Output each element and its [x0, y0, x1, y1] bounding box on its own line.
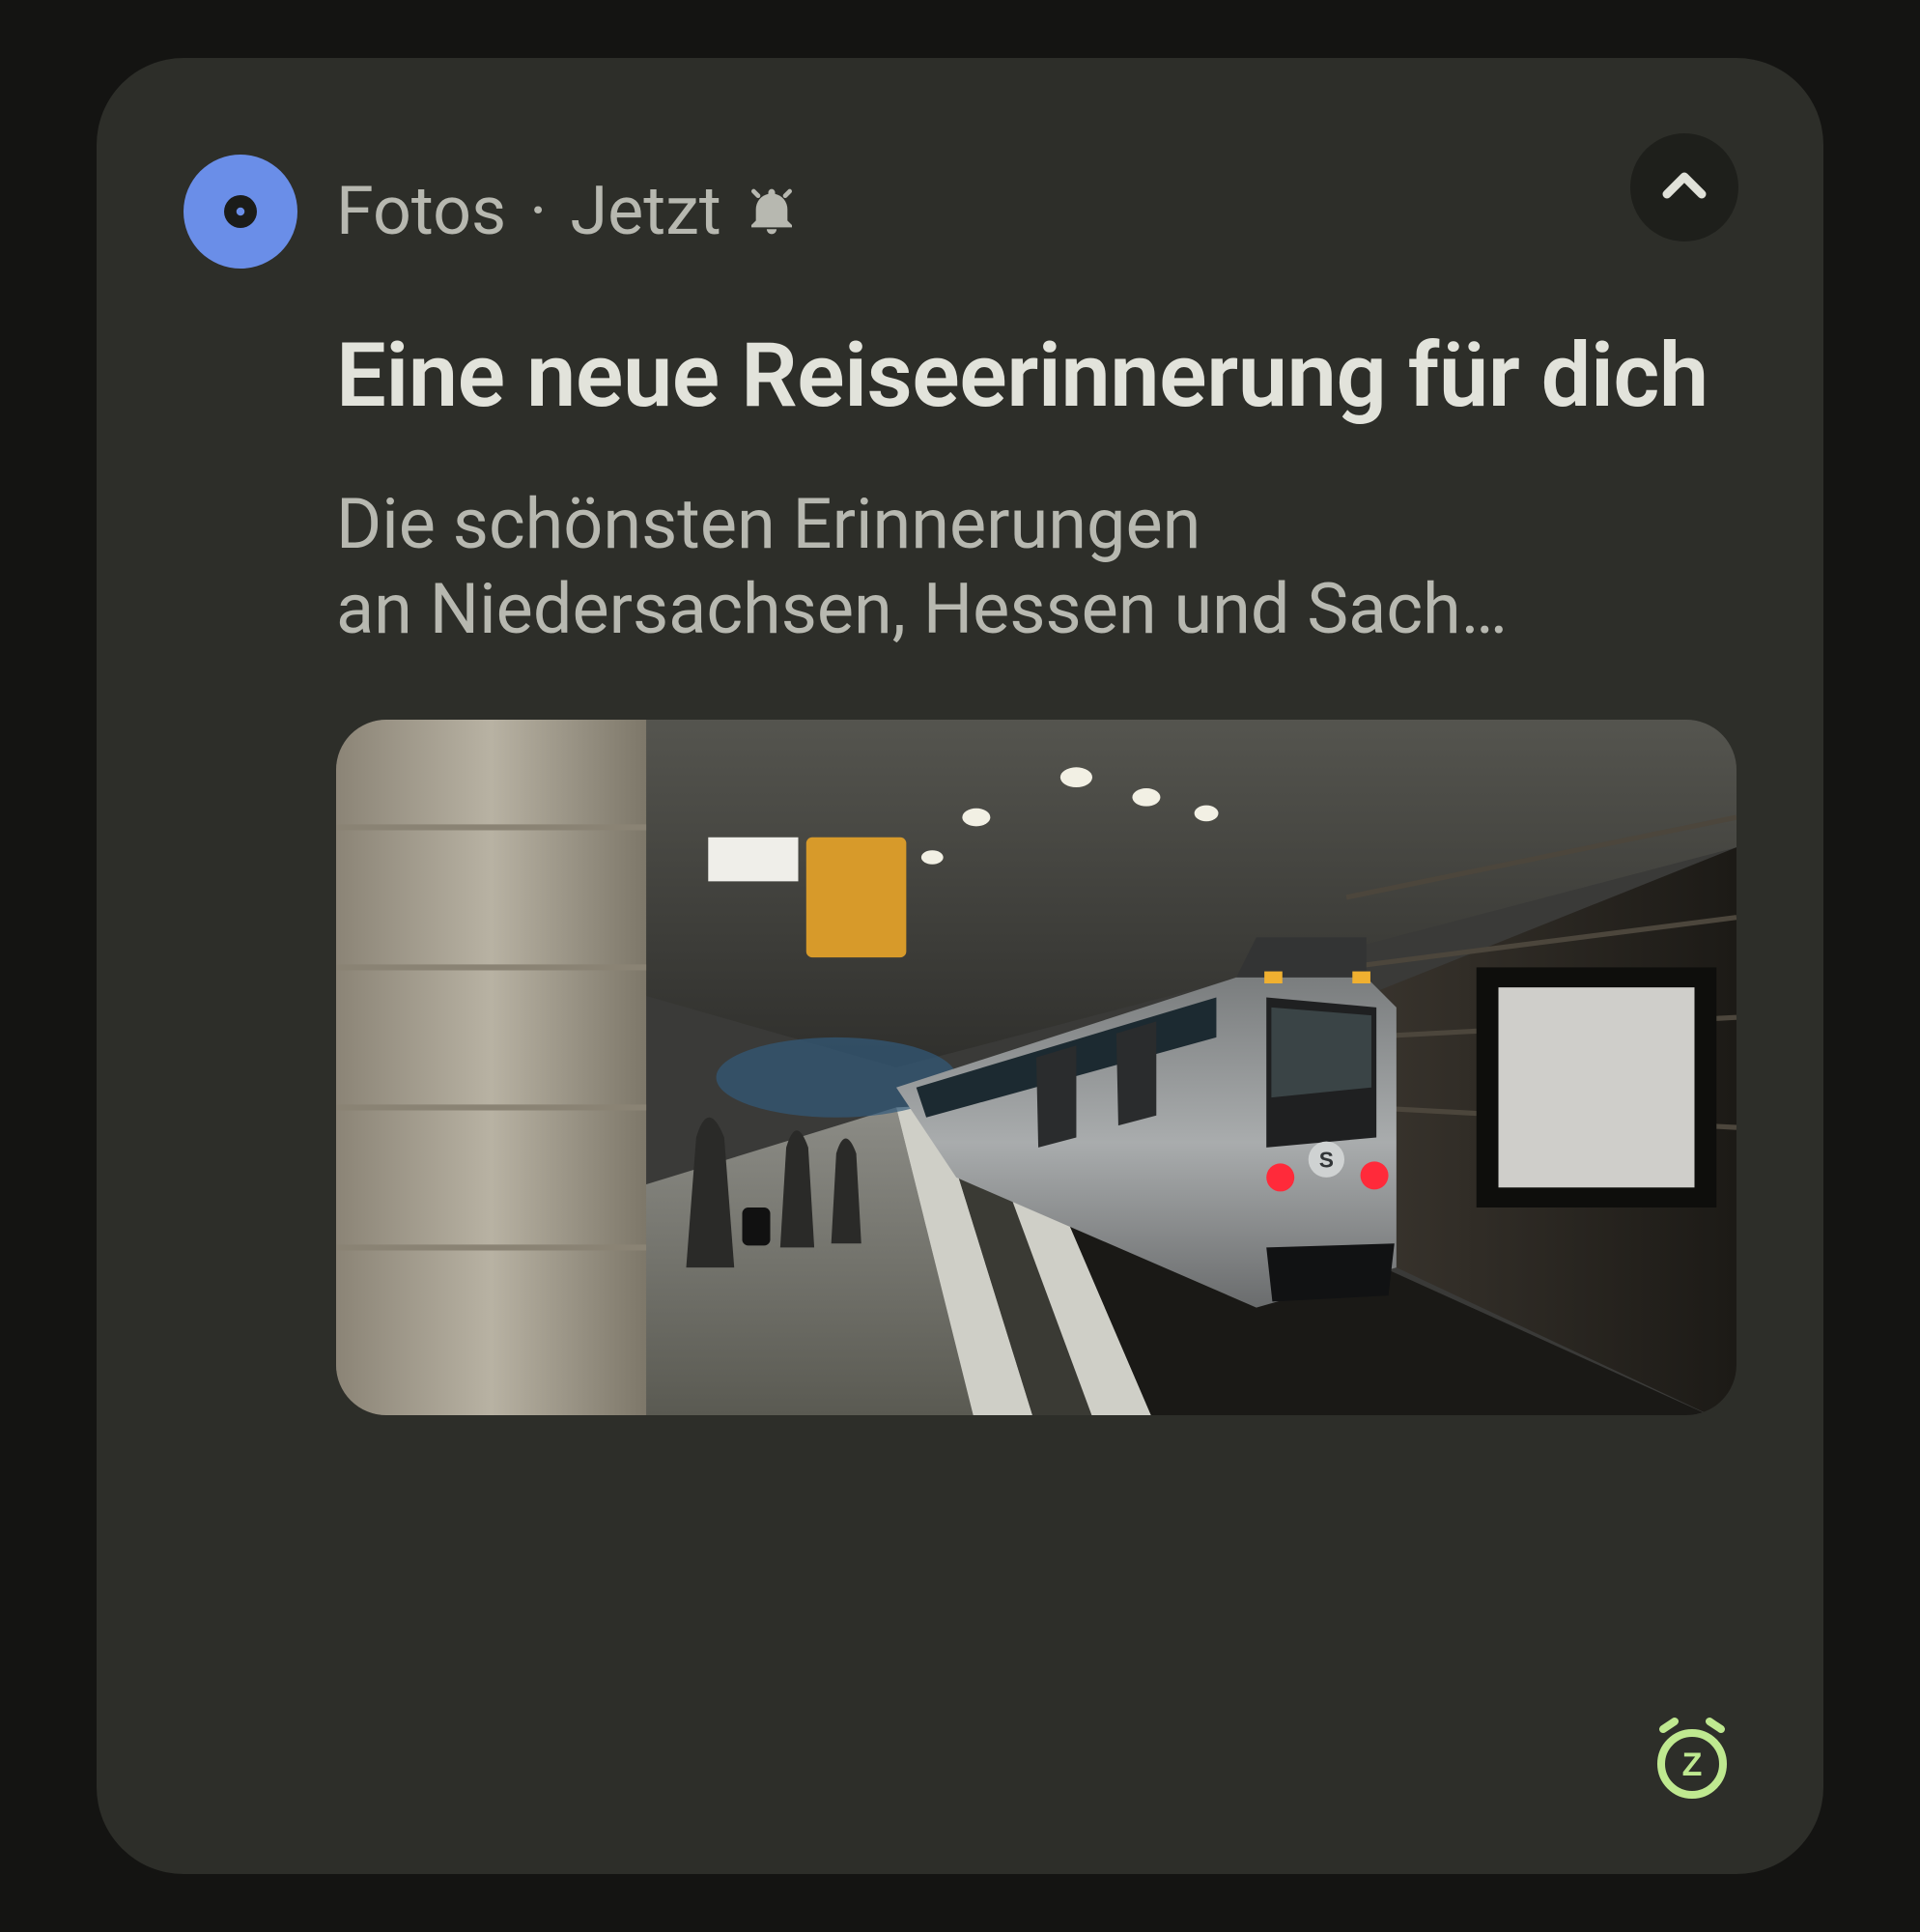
google-photos-icon [184, 155, 297, 269]
expand-button[interactable] [1630, 133, 1738, 242]
notification-content: Eine neue Reiseerinnerung für dich Die s… [336, 327, 1736, 1415]
notification-body-line2: an Niedersachsen, Hessen und Sach… [336, 567, 1736, 652]
svg-text:Z: Z [1682, 1747, 1703, 1783]
notification-body-line1: Die schönsten Erinnerungen [336, 482, 1736, 567]
snooze-button[interactable]: Z [1646, 1714, 1738, 1806]
time-label: Jetzt [570, 172, 720, 251]
svg-text:S: S [1319, 1147, 1334, 1172]
notification-outer: Fotos · Jetzt Eine neue Reiseerinnerung … [0, 0, 1920, 1932]
notification-preview-image[interactable]: S [336, 720, 1736, 1415]
chevron-up-icon [1658, 159, 1710, 215]
notification-card[interactable]: Fotos · Jetzt Eine neue Reiseerinnerung … [97, 58, 1823, 1874]
notification-title: Eine neue Reiseerinnerung für dich [336, 327, 1736, 428]
notification-header-text: Fotos · Jetzt [336, 172, 799, 251]
bell-icon [745, 185, 799, 239]
notification-body: Die schönsten Erinnerungen an Niedersach… [336, 482, 1736, 652]
notification-header: Fotos · Jetzt [184, 155, 1736, 269]
app-name-label: Fotos [336, 172, 506, 251]
separator-dot: · [529, 172, 547, 251]
